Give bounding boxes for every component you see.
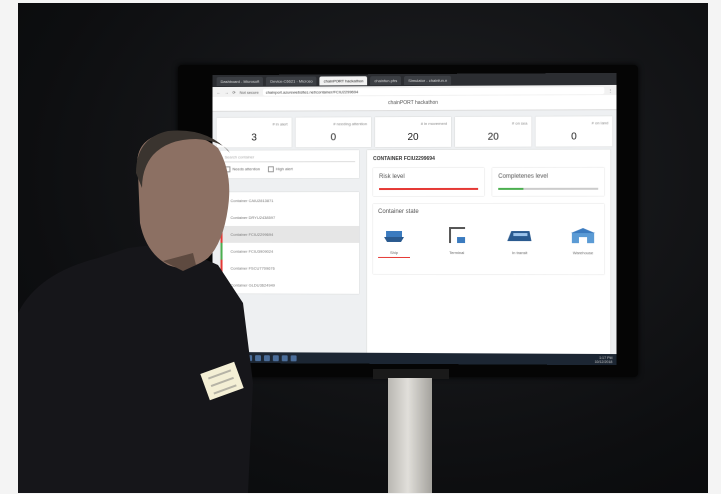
browser-tab[interactable]: Simulator - chainfun.n <box>404 75 452 85</box>
stat-card: # on sea 20 <box>455 116 532 147</box>
step-label: Ship <box>390 249 399 255</box>
step-label: Warehouse <box>572 250 594 256</box>
browser-tab-active[interactable]: chainPORT hackathon <box>319 75 368 85</box>
current-step-underline <box>378 256 411 258</box>
stat-value: 0 <box>330 132 337 144</box>
stat-card: # in movement 20 <box>375 116 452 148</box>
browser-tab[interactable]: Device-C6621 - Microso <box>266 76 317 86</box>
levels-row: Risk level Completenes level <box>367 168 610 196</box>
risk-bar-fill <box>379 187 479 191</box>
crane-icon <box>448 226 464 243</box>
stat-label: # in movement <box>420 120 448 126</box>
stat-card: # needing attention 0 <box>295 117 372 148</box>
completeness-label: Completenes level <box>498 173 548 180</box>
risk-card: Risk level <box>373 168 484 196</box>
state-steps: Ship Terminal In transit Warehouse <box>378 225 599 258</box>
stat-card: # on land 0 <box>535 116 613 147</box>
detail-title: CONTAINER FCIU2299694 <box>373 155 435 163</box>
container-state-card: Container state Ship Terminal In transit <box>373 204 604 275</box>
completeness-card: Completenes level <box>492 168 604 196</box>
browser-tab[interactable]: chainfun.pfrs <box>370 75 402 85</box>
state-title: Container state <box>378 208 419 216</box>
step-transit: In transit <box>504 225 536 258</box>
taskbar-app-icon[interactable] <box>281 354 288 361</box>
app-title: chainPORT hackathon <box>212 95 617 112</box>
clock-date: 10/12/2018 <box>594 359 613 364</box>
risk-label: Risk level <box>379 174 405 181</box>
stats-row: # in alert 3 # needing attention 0 # in … <box>213 110 617 153</box>
step-ship: Ship <box>378 225 411 258</box>
step-label: In transit <box>511 250 528 256</box>
stat-value: 20 <box>487 131 499 143</box>
stat-value: 20 <box>407 131 419 144</box>
risk-bar <box>379 187 479 191</box>
menu-icon[interactable]: ⋮ <box>608 87 612 92</box>
stat-label: # on land <box>591 120 609 126</box>
stat-label: # in alert <box>272 121 288 127</box>
completeness-bar-fill <box>498 187 524 190</box>
taskbar-clock: 1:17 PM 10/12/2018 <box>595 355 613 363</box>
taskbar-app-icon[interactable] <box>263 354 270 361</box>
stat-value: 0 <box>571 131 577 143</box>
stat-label: # on sea <box>511 120 528 126</box>
stat-label: # needing attention <box>333 121 368 127</box>
tv-stand <box>388 378 432 493</box>
detail-panel: CONTAINER FCIU2299694 Risk level Complet… <box>367 149 611 366</box>
ship-icon <box>384 231 405 243</box>
presenter-silhouette <box>18 130 253 493</box>
high-alert-label: High alert <box>275 166 293 172</box>
windows-taskbar: ⊞ ⌕ 1:17 PM 10/12/2018 <box>212 351 617 366</box>
tv-screen: Dashboard - Microsoft Device-C6621 - Mic… <box>212 72 617 366</box>
taskbar-app-icon[interactable] <box>272 354 279 361</box>
photo-scene: Dashboard - Microsoft Device-C6621 - Mic… <box>18 3 708 493</box>
url-field[interactable]: chainport.azurewebsites.net/container/FC… <box>262 86 605 96</box>
step-terminal: Terminal <box>441 225 473 258</box>
step-warehouse: Warehouse <box>567 225 599 258</box>
warehouse-icon <box>570 228 596 244</box>
step-label: Terminal <box>449 250 465 256</box>
checkbox-icon[interactable] <box>267 166 274 173</box>
completeness-bar <box>498 187 599 190</box>
train-icon <box>507 231 532 242</box>
taskbar-app-icon[interactable] <box>290 354 297 361</box>
high-alert-filter[interactable]: High alert <box>267 166 293 173</box>
